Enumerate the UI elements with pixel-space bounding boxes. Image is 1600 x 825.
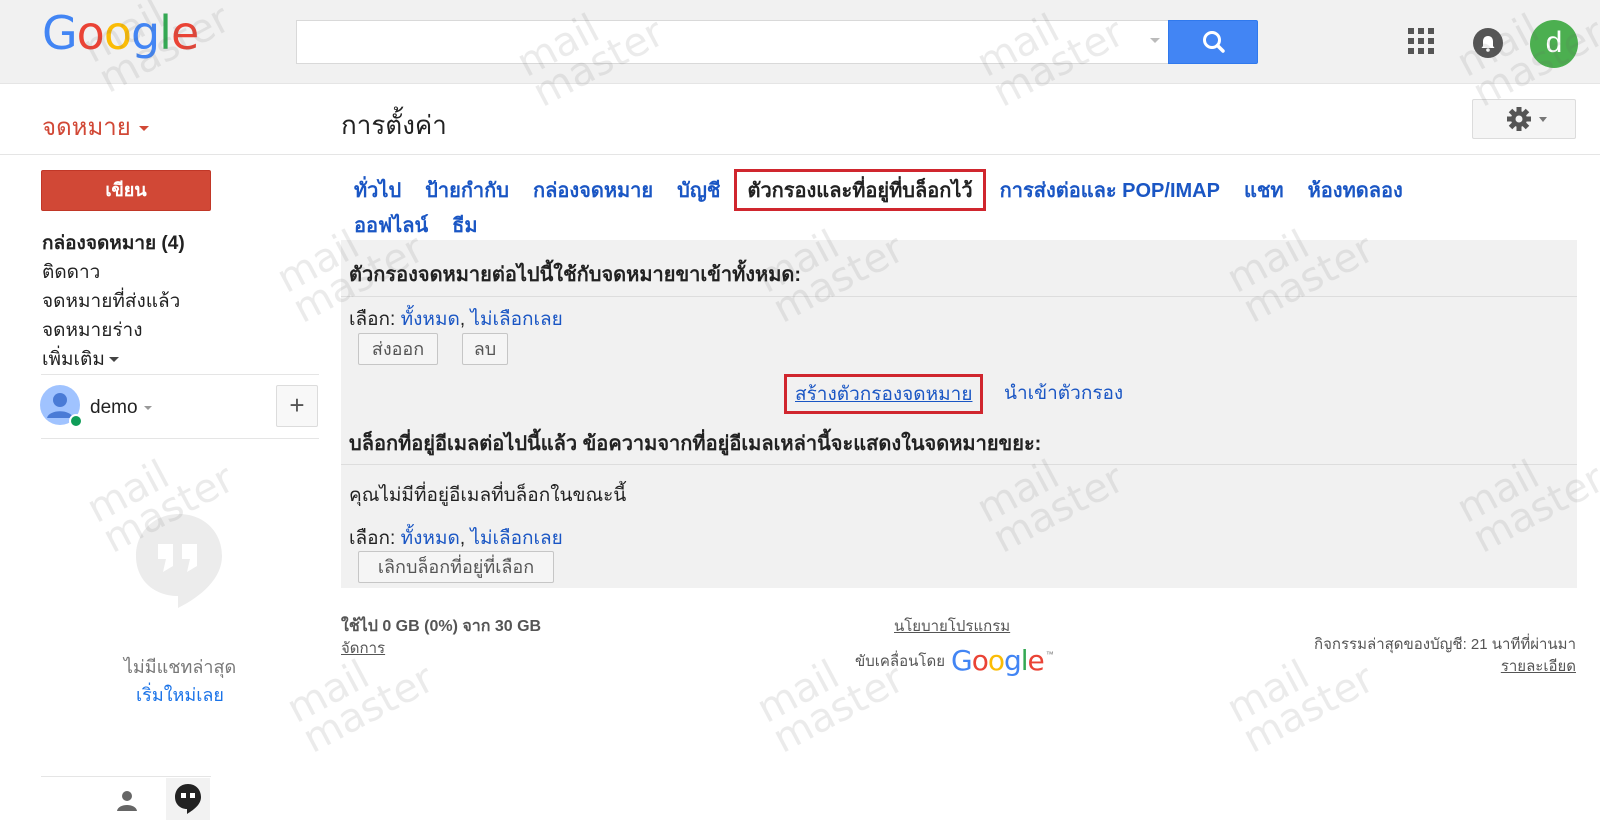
- divider: [41, 438, 319, 439]
- logo-letter: o: [987, 644, 1005, 677]
- sub-header: จดหมาย การตั้งค่า: [0, 85, 1600, 155]
- settings-gear-button[interactable]: [1472, 99, 1576, 139]
- logo-letter: e: [1027, 644, 1045, 677]
- divider: [341, 464, 1577, 465]
- google-logo[interactable]: Google: [42, 6, 199, 60]
- select-label: เลือก:: [349, 528, 396, 549]
- settings-tabs-row: ทั่วไป ป้ายกำกับ กล่องจดหมาย บัญชี ตัวกร…: [354, 169, 1427, 211]
- page-title: การตั้งค่า: [341, 110, 447, 140]
- trademark-mark: ™: [1045, 650, 1054, 659]
- program-policy-link[interactable]: นโยบายโปรแกรม: [894, 614, 1010, 638]
- select-label: เลือก:: [349, 309, 396, 330]
- tab-chat[interactable]: แชท: [1244, 174, 1284, 206]
- logo-letter: g: [130, 6, 160, 60]
- add-button[interactable]: +: [276, 385, 318, 427]
- logo-letter: o: [971, 644, 989, 677]
- select-none-link[interactable]: ไม่เลือกเลย: [470, 309, 562, 330]
- notifications-icon[interactable]: [1473, 28, 1503, 58]
- select-all-link[interactable]: ทั้งหมด: [401, 309, 460, 330]
- tab-inbox[interactable]: กล่องจดหมาย: [533, 174, 653, 206]
- filters-select-row: เลือก: ทั้งหมด, ไม่เลือกเลย: [349, 304, 563, 334]
- no-blocked-text: คุณไม่มีที่อยู่อีเมลที่บล็อกในขณะนี้: [349, 485, 627, 506]
- select-all-link[interactable]: ทั้งหมด: [401, 528, 460, 549]
- search-input[interactable]: [297, 21, 1117, 63]
- tab-filters-blocked[interactable]: ตัวกรองและที่อยู่ที่บล็อกไว้: [734, 169, 986, 211]
- import-filter-link[interactable]: นำเข้าตัวกรอง: [1004, 378, 1123, 408]
- search-button[interactable]: [1168, 20, 1258, 64]
- blocked-addresses-heading: บล็อกที่อยู่อีเมลต่อไปนี้แล้ว ข้อความจาก…: [349, 433, 1042, 455]
- divider: [41, 374, 319, 375]
- powered-by: ขับเคลื่อนโดย Google ™: [855, 644, 1054, 677]
- logo-letter: l: [1020, 644, 1029, 677]
- contacts-person-icon[interactable]: [112, 786, 142, 816]
- last-account-activity: กิจกรรมล่าสุดของบัญชี: 21 นาทีที่ผ่านมา: [1314, 636, 1576, 653]
- delete-button[interactable]: ลบ: [462, 333, 508, 365]
- divider: [341, 296, 1577, 297]
- activity-details-link[interactable]: รายละเอียด: [1276, 654, 1576, 678]
- tab-forwarding-pop-imap[interactable]: การส่งต่อและ POP/IMAP: [1000, 174, 1220, 206]
- tab-labs[interactable]: ห้องทดลอง: [1308, 174, 1403, 206]
- settings-tabs-row: ออฟไลน์ ธีม: [354, 209, 502, 241]
- mail-menu[interactable]: จดหมาย: [42, 107, 149, 146]
- divider: [41, 776, 211, 777]
- hangouts-quote-icon: [130, 510, 228, 608]
- gear-icon: [1507, 107, 1547, 131]
- select-none-link[interactable]: ไม่เลือกเลย: [470, 528, 562, 549]
- logo-letter: l: [159, 6, 172, 60]
- logo-letter: o: [103, 6, 132, 60]
- apps-grid-icon[interactable]: [1408, 28, 1434, 54]
- logo-letter: e: [170, 6, 199, 60]
- export-button[interactable]: ส่งออก: [358, 333, 438, 365]
- mail-menu-label: จดหมาย: [42, 114, 131, 141]
- user-avatar[interactable]: [40, 385, 83, 428]
- no-recent-chats-text: ไม่มีแชทล่าสุด: [123, 657, 237, 677]
- logo-letter: o: [76, 6, 105, 60]
- filters-heading: ตัวกรองจดหมายต่อไปนี้ใช้กับจดหมายขาเข้าท…: [349, 264, 802, 286]
- user-menu[interactable]: demo: [90, 397, 152, 419]
- powered-by-label: ขับเคลื่อนโดย: [855, 652, 945, 670]
- tab-labels[interactable]: ป้ายกำกับ: [425, 174, 509, 206]
- sidebar-item-inbox[interactable]: กล่องจดหมาย (4): [42, 228, 185, 258]
- start-new-chat-link[interactable]: เริ่มใหม่เลย: [0, 680, 360, 709]
- hangouts-chat-icon[interactable]: [166, 778, 210, 820]
- tab-themes[interactable]: ธีม: [452, 209, 477, 241]
- blocked-select-row: เลือก: ทั้งหมด, ไม่เลือกเลย: [349, 523, 563, 553]
- sidebar-item-starred[interactable]: ติดดาว: [42, 257, 100, 287]
- search-options-caret-icon[interactable]: [1150, 38, 1160, 43]
- sidebar-item-drafts[interactable]: จดหมายร่าง: [42, 315, 142, 345]
- sidebar-item-more-label: เพิ่มเติม: [42, 349, 105, 370]
- sidebar-item-more[interactable]: เพิ่มเติม: [42, 344, 119, 374]
- tab-general[interactable]: ทั่วไป: [354, 174, 401, 206]
- person-avatar-icon: [40, 385, 83, 428]
- compose-button[interactable]: เขียน: [41, 170, 211, 211]
- sidebar-item-sent[interactable]: จดหมายที่ส่งแล้ว: [42, 286, 180, 316]
- user-name: demo: [90, 397, 138, 418]
- chevron-down-icon: [108, 357, 119, 363]
- chevron-down-icon: [138, 126, 149, 132]
- top-header: Google d: [0, 0, 1600, 84]
- logo-letter: G: [42, 6, 78, 60]
- logo-letter: G: [950, 644, 973, 677]
- account-avatar[interactable]: d: [1530, 20, 1578, 68]
- tab-accounts[interactable]: บัญชี: [677, 174, 720, 206]
- search-icon: [1203, 31, 1225, 53]
- select-separator: ,: [459, 528, 466, 549]
- google-logo-small: Google: [950, 644, 1045, 677]
- watermark-text: mail: [749, 651, 847, 733]
- search-box: [296, 20, 1170, 64]
- unblock-selected-button[interactable]: เลิกบล็อกที่อยู่ที่เลือก: [358, 551, 554, 583]
- chevron-down-icon: [143, 405, 152, 410]
- tab-offline[interactable]: ออฟไลน์: [354, 209, 428, 241]
- create-filter-link[interactable]: สร้างตัวกรองจดหมาย: [784, 374, 984, 414]
- manage-storage-link[interactable]: จัดการ: [341, 636, 385, 660]
- logo-letter: g: [1003, 644, 1022, 677]
- select-separator: ,: [459, 309, 466, 330]
